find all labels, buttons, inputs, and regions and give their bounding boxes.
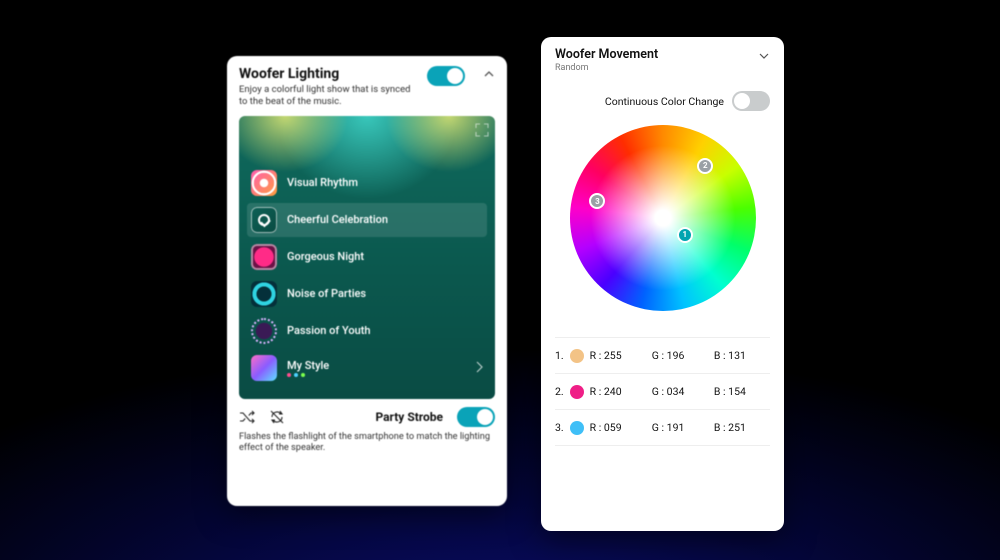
- mode-list: Visual Rhythm Cheerful Celebration Gorge…: [239, 166, 495, 395]
- swatch-icon: [570, 349, 584, 363]
- rgb-row[interactable]: 1. R : 255 G : 196 B : 131: [555, 338, 770, 374]
- card-subtitle: Enjoy a colorful light show that is sync…: [239, 84, 414, 108]
- shuffle-icon[interactable]: [239, 409, 255, 425]
- mode-item[interactable]: Visual Rhythm: [247, 166, 487, 200]
- mode-item[interactable]: My Style: [247, 351, 487, 385]
- swatch-icon: [570, 421, 584, 435]
- mode-thumb-icon: [251, 355, 277, 381]
- expand-icon[interactable]: [475, 122, 489, 141]
- mode-item[interactable]: Gorgeous Night: [247, 240, 487, 274]
- sync-off-icon[interactable]: [269, 409, 285, 425]
- mode-thumb-icon: [251, 207, 277, 233]
- mode-label: Visual Rhythm: [287, 176, 358, 189]
- mode-thumb-icon: [251, 170, 277, 196]
- color-pin-2[interactable]: 2: [697, 158, 713, 174]
- rgb-table: 1. R : 255 G : 196 B : 131 2. R : 240 G …: [555, 337, 770, 446]
- mode-thumb-icon: [251, 244, 277, 270]
- color-dots-icon: [287, 373, 329, 377]
- mode-item[interactable]: Cheerful Celebration: [247, 203, 487, 237]
- swatch-icon: [570, 385, 584, 399]
- mode-preview-panel: Visual Rhythm Cheerful Celebration Gorge…: [239, 116, 495, 399]
- color-pin-3[interactable]: 3: [589, 193, 605, 209]
- chevron-right-icon: [475, 358, 483, 377]
- mode-label: Cheerful Celebration: [287, 213, 388, 226]
- party-strobe-desc: Flashes the flashlight of the smartphone…: [239, 431, 495, 454]
- mode-item[interactable]: Noise of Parties: [247, 277, 487, 311]
- party-strobe-toggle[interactable]: [457, 407, 495, 427]
- woofer-lighting-card: Woofer Lighting Enjoy a colorful light s…: [227, 56, 507, 506]
- woofer-lighting-toggle[interactable]: [427, 66, 465, 86]
- card-title: Woofer Movement: [555, 47, 658, 62]
- color-wheel[interactable]: 1 2 3: [570, 125, 756, 311]
- mode-label: Passion of Youth: [287, 324, 370, 337]
- continuous-color-change-toggle[interactable]: [732, 91, 770, 111]
- mode-item[interactable]: Passion of Youth: [247, 314, 487, 348]
- continuous-color-change-label: Continuous Color Change: [605, 95, 724, 108]
- mode-thumb-icon: [251, 281, 277, 307]
- mode-label: My Style: [287, 359, 329, 372]
- mode-thumb-icon: [251, 318, 277, 344]
- woofer-movement-card: Woofer Movement Random Continuous Color …: [541, 37, 784, 531]
- mode-label: Gorgeous Night: [287, 250, 364, 263]
- rgb-row[interactable]: 2. R : 240 G : 034 B : 154: [555, 374, 770, 410]
- party-strobe-label: Party Strobe: [375, 410, 443, 424]
- card-subtitle: Random: [555, 63, 658, 73]
- rgb-row[interactable]: 3. R : 059 G : 191 B : 251: [555, 410, 770, 446]
- chevron-up-icon[interactable]: [483, 68, 495, 80]
- color-pin-1[interactable]: 1: [677, 227, 693, 243]
- chevron-down-icon[interactable]: [758, 47, 770, 66]
- card-title: Woofer Lighting: [239, 66, 414, 82]
- mode-label: Noise of Parties: [287, 287, 366, 300]
